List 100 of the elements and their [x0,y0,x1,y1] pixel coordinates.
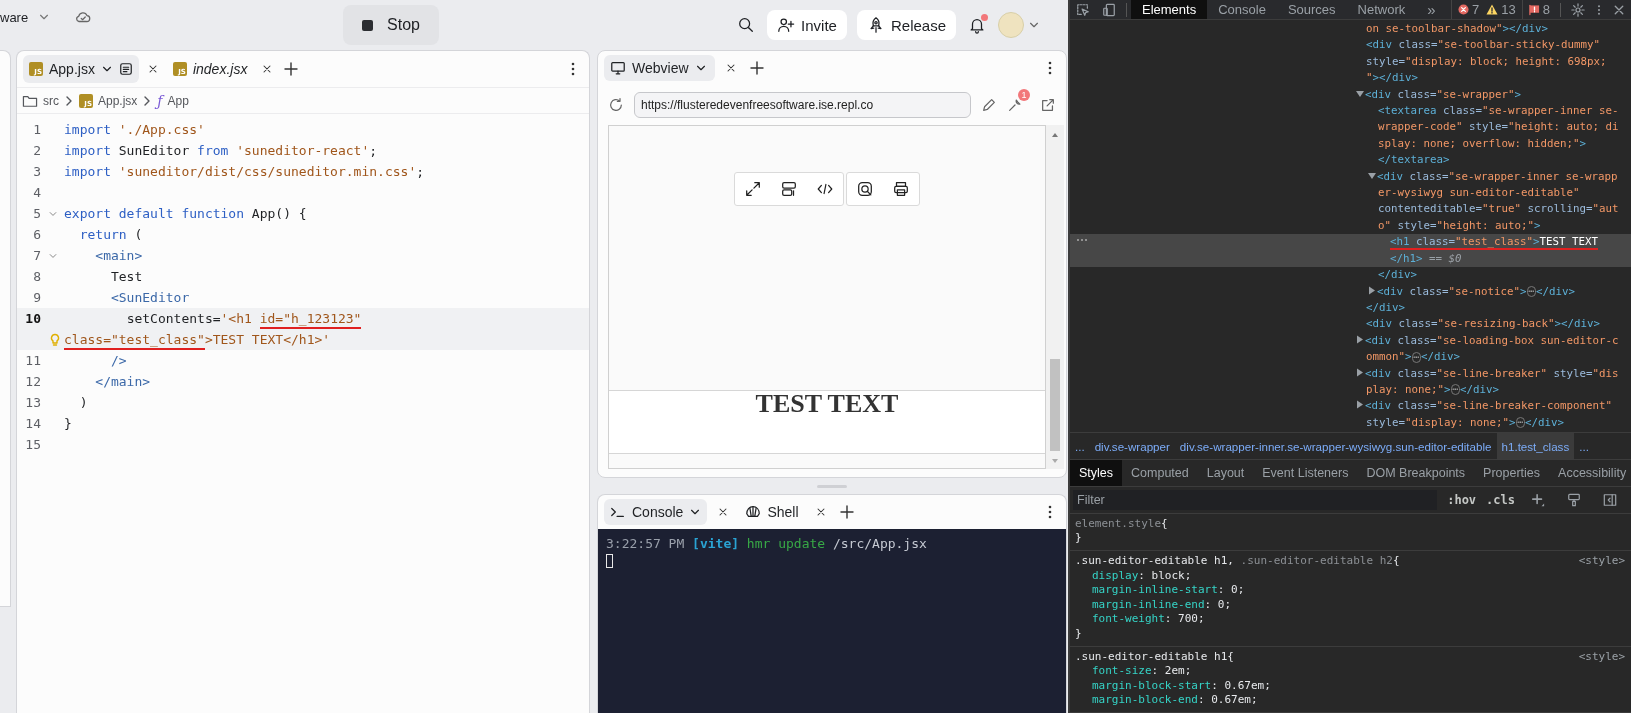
flag-icon [1528,3,1540,16]
dom-tree-node[interactable]: <div class="se-resizing-back"></div> [1070,316,1631,333]
panel-tab[interactable]: Shell [739,499,805,525]
code-text: setContents='<h1 id="h_123123" class="test_class">TEST TEXT</h1>' [64,308,589,350]
error-count[interactable]: 7 13 [1451,0,1522,19]
dom-tree-node[interactable]: <textarea class="se-wrapper-inner se-wrapper-code" style="height: auto; display: none; overflow: hidden;"> [1070,103,1631,153]
breadcrumb-item[interactable]: div.se-wrapper-inner.se-wrapper-wysiwyg.sun-editor-editable [1174,433,1497,459]
reload-button[interactable] [608,97,624,113]
more-icon [1076,238,1088,243]
css-brace: { [1392,554,1400,569]
close-icon [1613,3,1625,16]
styles-pane-tab[interactable]: Styles [1070,460,1123,486]
terminal-cursor [606,554,613,568]
stop-button[interactable]: Stop [343,5,439,45]
dom-tree-node[interactable]: <div class="se-line-breaker" style="display: none;"> ⋯ </div> [1070,365,1631,399]
plus-icon [1531,492,1545,507]
line-number: 8 [32,268,41,286]
scroll-down-icon [1051,457,1059,465]
line-number: 12 [24,373,41,391]
breadcrumb-item[interactable]: src [43,93,59,108]
folder-icon [22,93,38,108]
styles-pane-tab[interactable]: Layout [1197,460,1254,486]
dom-tree-node[interactable]: <div class="se-notice"> ⋯ </div> [1070,283,1631,300]
invite-button[interactable]: Invite [767,10,847,40]
panel-tab[interactable]: Console [604,499,708,525]
paint-roller-icon [1567,492,1581,507]
external-link-icon [1040,97,1056,113]
url-field[interactable]: https://flusteredevenfreesoftware.ise.repl.co [634,92,971,118]
devtools-tab[interactable]: Network [1346,0,1417,19]
style-source-link[interactable]: <style> [1578,649,1625,665]
edit-button[interactable] [981,97,997,113]
dom-tree-node[interactable]: <div class="se-loading-box sun-editor-common"> ⋯ </div> [1070,332,1631,366]
breadcrumb-item[interactable]: ... [1070,433,1090,459]
styles-pane-tab[interactable]: DOM Breakpoints [1357,460,1475,486]
line-number: 6 [32,226,41,244]
project-name: ware [0,9,29,25]
release-button[interactable]: Release [856,10,956,40]
monitor-icon [610,60,626,76]
toggle-button[interactable]: .cls [1486,492,1515,507]
dom-tree-node[interactable]: <div class="se-wrapper-inner se-wrapper-wysiwyg sun-editor-editable" contenteditable="true" scrolling="auto" style="height: auto;"> [1070,168,1631,235]
css-declaration: font-weight: 700; [1091,612,1206,627]
dom-tree-node[interactable]: <div class="se-toolbar-sticky-dummy" style="display: block; height: 698px; "></div> [1070,37,1631,87]
devtools-tab[interactable]: Elements [1131,0,1208,19]
line-number: 3 [32,163,41,181]
css-declaration: font-size: 2em; [1091,664,1193,679]
code-text: Test [109,268,144,286]
stop-icon [362,19,374,31]
breadcrumb-item[interactable]: ... [1574,433,1594,459]
scroll-up-icon [1051,131,1059,139]
dom-tree-closing-tag: </div> [1070,299,1631,317]
more-icon [571,61,575,77]
breadcrumb-item[interactable]: h1.test_class [1496,433,1575,459]
css-declaration: margin-inline-start: 0; [1091,583,1246,598]
css-brace: { [1161,516,1168,532]
webview-tab[interactable]: Webview [604,55,715,81]
inspect-icon [1076,2,1090,17]
devtools-tab[interactable]: Console [1207,0,1277,19]
preview-icon [856,180,874,198]
styles-pane-tab[interactable]: Computed [1122,460,1198,486]
devtools-tab[interactable]: Sources [1276,0,1347,19]
styles-pane-tab[interactable]: Properties [1474,460,1550,486]
chevron-right-icon [65,95,73,106]
css-selector: .sun-editor-editable h1 [1075,649,1228,665]
code-text: ) [78,394,89,412]
wrench-icon [1007,97,1023,113]
dom-tree-node[interactable]: on se-toolbar-shadow"></div> [1070,21,1631,38]
toggle-button[interactable]: :hov [1447,492,1477,507]
code-text: export default function App() { [64,205,308,223]
dom-tree-closing-tag: </div> [1070,267,1631,284]
dom-tree-node[interactable]: <h1 class="test_class">TEST TEXT </h1> == $0 [1070,234,1631,268]
print-icon [892,180,910,198]
plus-icon [838,504,855,520]
style-source-link[interactable]: <style> [1578,554,1625,569]
line-number: 14 [24,415,41,433]
styles-pane-tab[interactable]: Event Listeners [1253,460,1358,486]
log-path: /src/App.jsx [832,535,927,553]
dom-tree-node[interactable]: <div class="se-line-breaker-component" style="display: none;"> ⋯ </div> [1070,398,1631,432]
breadcrumb-item[interactable]: div.se-wrapper [1089,433,1175,459]
open-new-tab-button[interactable] [1040,97,1056,113]
count-badge: 1 [1018,89,1030,101]
terminal-icon [610,505,626,519]
line-number: 9 [32,289,41,307]
css-declaration: margin-block-start: 0.67em; [1091,678,1272,694]
line-number: 5 [32,205,41,223]
filter-field[interactable]: Filter [1073,489,1438,510]
page-heading: TEST TEXT [754,391,900,417]
css-declaration: display: block; [1091,568,1193,584]
more-tabs-button[interactable]: » [1416,0,1447,19]
warning-icon [1486,4,1499,15]
breadcrumb-item[interactable]: App.jsx [98,93,138,108]
log-message: hmr update [746,535,826,553]
line-number: 15 [24,436,41,454]
breadcrumb-item[interactable]: App [167,93,189,108]
code-text: </main> [94,373,152,391]
more-icon [1048,60,1052,76]
styles-pane-tab[interactable]: Accessibility [1549,460,1631,486]
settings-icon [1571,2,1585,17]
dom-tree-node[interactable]: <div class="se-wrapper"> [1070,86,1631,104]
device-icon [1102,2,1116,17]
issues-count[interactable]: 8 [1521,0,1556,19]
